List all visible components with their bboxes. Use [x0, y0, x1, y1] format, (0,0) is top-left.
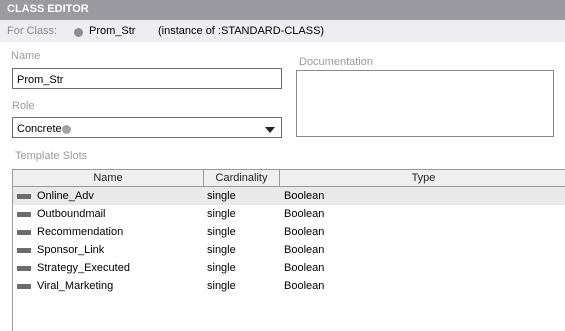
- class-name: Prom_Str: [89, 25, 136, 37]
- slot-cardinality: single: [207, 262, 236, 274]
- slot-type: Boolean: [284, 262, 325, 274]
- slot-type: Boolean: [284, 226, 325, 238]
- slot-cardinality: single: [207, 208, 236, 220]
- slot-bar-icon: [17, 284, 31, 289]
- slot-name: Strategy_Executed: [37, 262, 130, 274]
- role-circle-icon: [62, 125, 71, 134]
- slot-name: Sponsor_Link: [37, 244, 105, 256]
- template-slots-table: Name Cardinality Type Online_Adv single …: [12, 169, 565, 331]
- for-class-bar: For Class: Prom_Str (instance of :STANDA…: [0, 20, 565, 42]
- slot-type: Boolean: [284, 190, 325, 202]
- chevron-down-icon[interactable]: [265, 127, 275, 133]
- table-row[interactable]: Outboundmail single Boolean: [13, 205, 565, 223]
- slot-name: Online_Adv: [37, 190, 94, 202]
- slot-cardinality: single: [207, 190, 236, 202]
- table-row[interactable]: Strategy_Executed single Boolean: [13, 259, 565, 277]
- slot-bar-icon: [17, 212, 31, 217]
- name-field[interactable]: Prom_Str: [12, 68, 282, 89]
- slot-name: Recommendation: [37, 226, 124, 238]
- column-header-cardinality[interactable]: Cardinality: [204, 170, 280, 186]
- slot-type: Boolean: [284, 208, 325, 220]
- slot-cardinality: single: [207, 226, 236, 238]
- slot-bar-icon: [17, 230, 31, 235]
- slot-name: Viral_Marketing: [37, 280, 114, 292]
- documentation-field[interactable]: [296, 70, 554, 137]
- slot-name: Outboundmail: [37, 208, 106, 220]
- window-title: CLASS EDITOR: [7, 3, 89, 15]
- slot-bar-icon: [17, 194, 31, 199]
- instance-of-text: (instance of :STANDARD-CLASS): [158, 25, 325, 37]
- table-row[interactable]: Recommendation single Boolean: [13, 223, 565, 241]
- name-label: Name: [11, 50, 41, 62]
- class-circle-icon: [74, 28, 83, 37]
- role-value: Concrete: [17, 123, 62, 135]
- table-row[interactable]: Online_Adv single Boolean: [13, 187, 565, 205]
- documentation-label: Documentation: [299, 56, 373, 68]
- role-dropdown[interactable]: Concrete: [12, 117, 282, 138]
- slot-cardinality: single: [207, 280, 236, 292]
- slot-cardinality: single: [207, 244, 236, 256]
- table-header: Name Cardinality Type: [13, 170, 565, 187]
- template-slots-label: Template Slots: [15, 150, 88, 162]
- role-label: Role: [12, 100, 35, 112]
- table-row[interactable]: Viral_Marketing single Boolean: [13, 277, 565, 295]
- slot-bar-icon: [17, 266, 31, 271]
- column-header-type[interactable]: Type: [280, 170, 565, 186]
- for-class-label: For Class:: [7, 25, 58, 37]
- name-field-value: Prom_Str: [17, 74, 64, 86]
- title-bar: CLASS EDITOR: [0, 0, 565, 20]
- slot-type: Boolean: [284, 280, 325, 292]
- slot-type: Boolean: [284, 244, 325, 256]
- slot-bar-icon: [17, 248, 31, 253]
- column-header-name[interactable]: Name: [13, 170, 204, 186]
- table-row[interactable]: Sponsor_Link single Boolean: [13, 241, 565, 259]
